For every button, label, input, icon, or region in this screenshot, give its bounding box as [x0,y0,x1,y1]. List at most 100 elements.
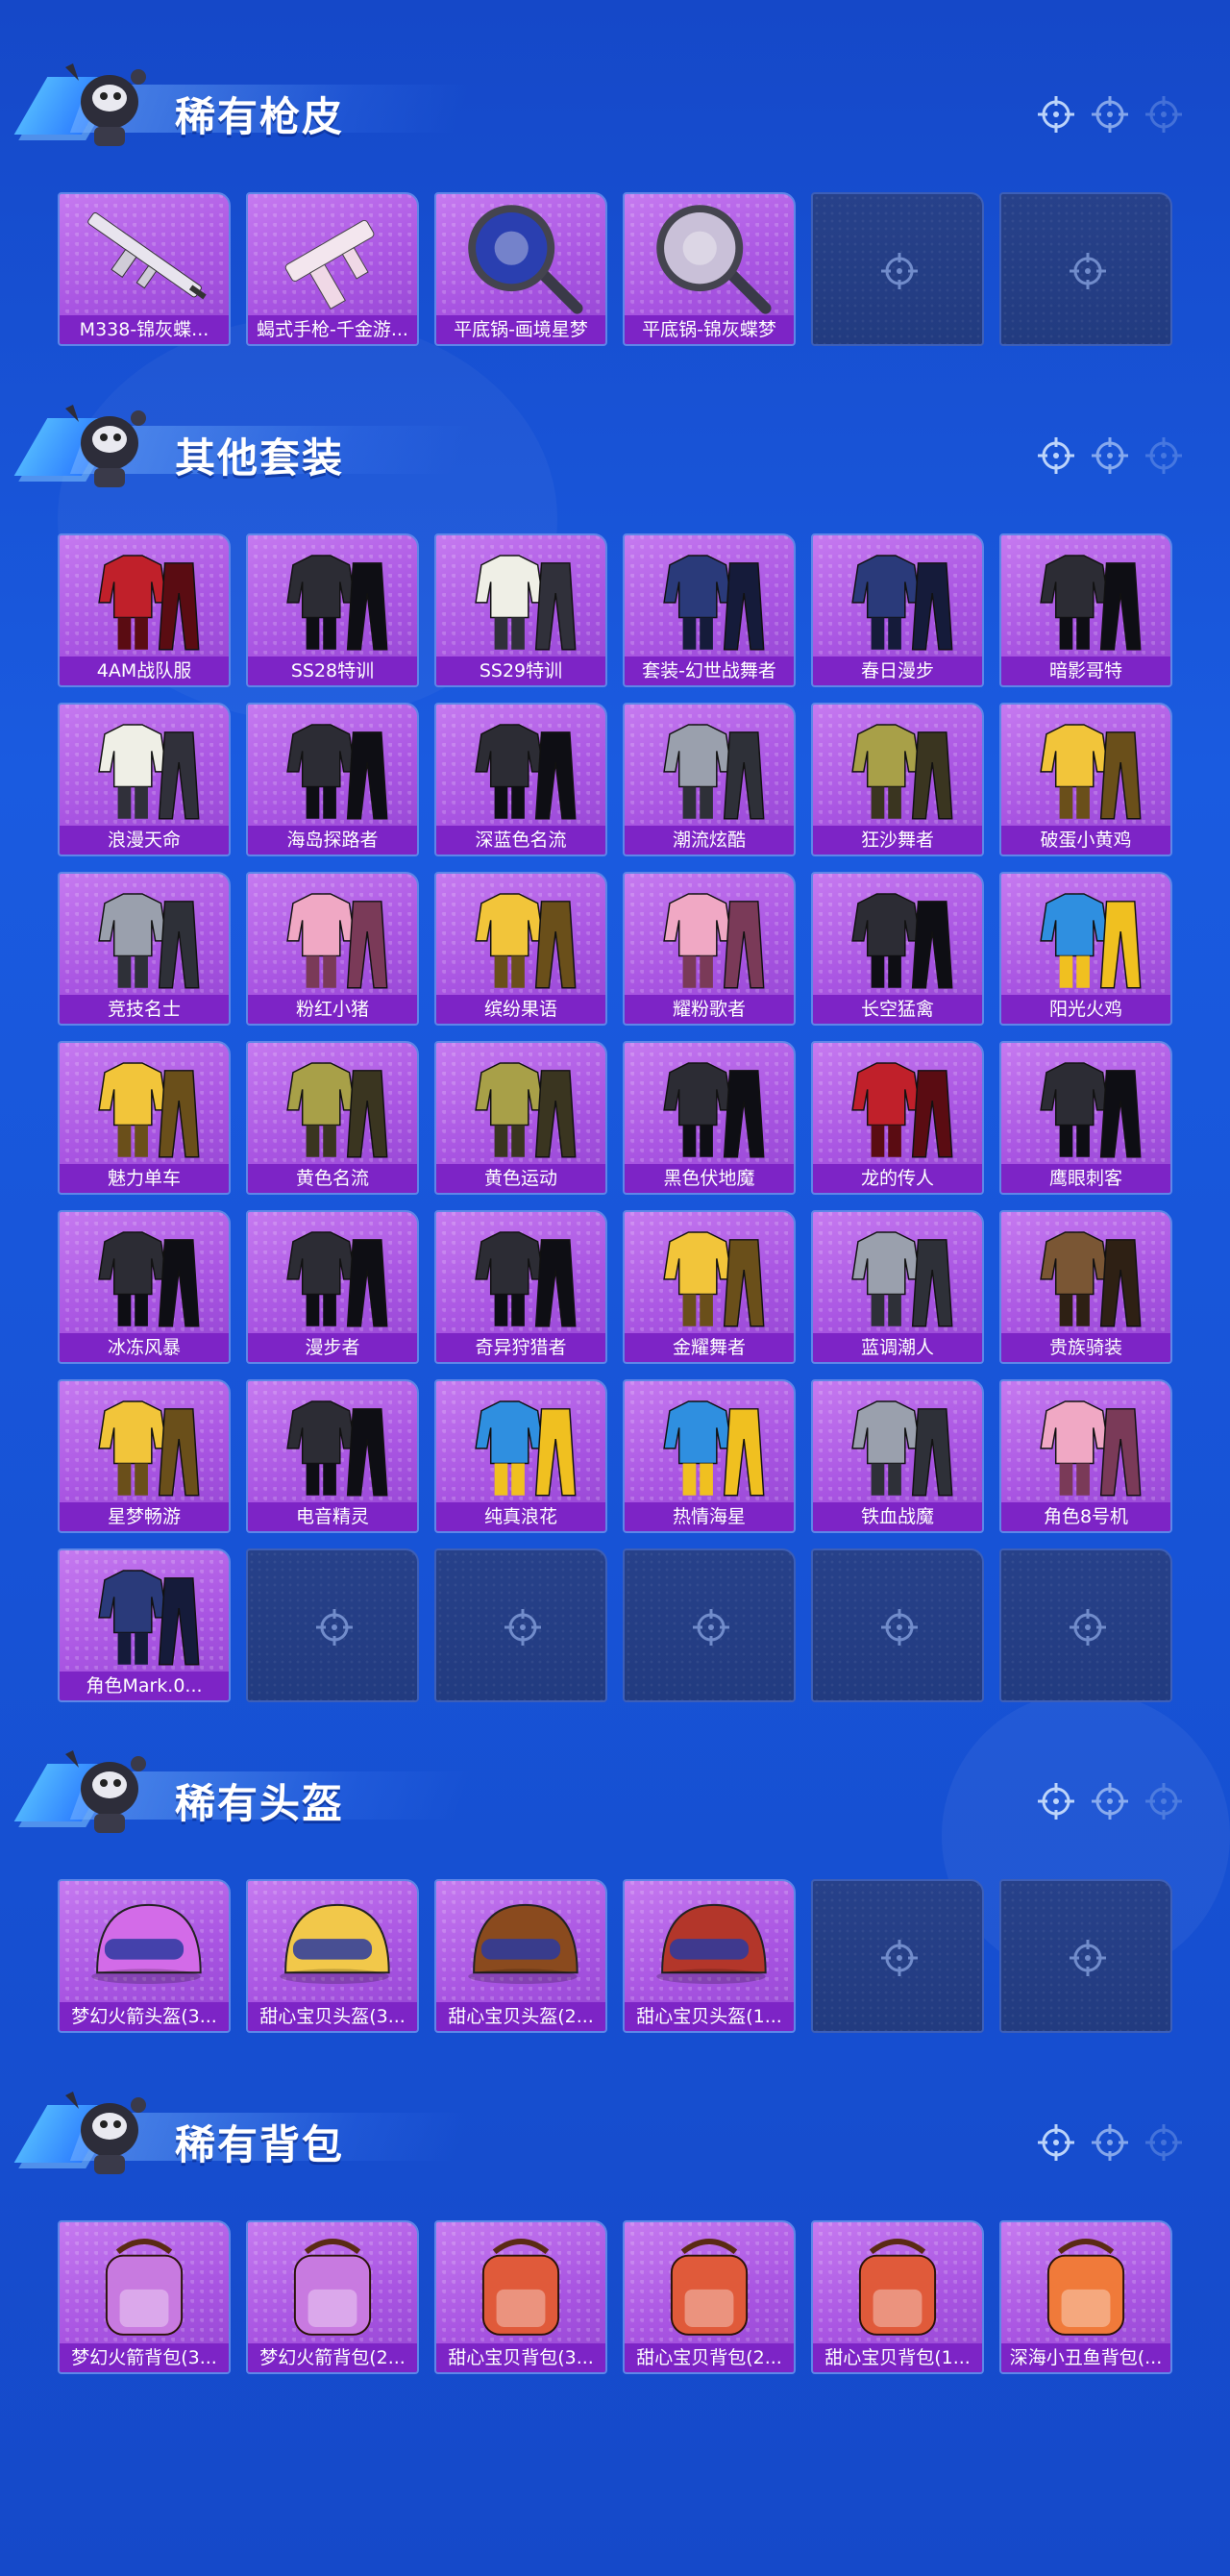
item-label: 深蓝色名流 [436,826,605,855]
item-card[interactable]: 深蓝色名流 [434,703,607,856]
item-card[interactable]: 龙的传人 [811,1041,984,1195]
item-card[interactable]: 奇异狩猎者 [434,1210,607,1364]
item-card[interactable]: 黄色名流 [246,1041,419,1195]
header-crosshairs [1036,1781,1184,1825]
item-card[interactable]: 耀粉歌者 [623,872,796,1026]
item-card[interactable]: 纯真浪花 [434,1379,607,1533]
item-label: 破蛋小黄鸡 [1001,826,1170,855]
item-card[interactable]: 铁血战魔 [811,1379,984,1533]
item-label: 金耀舞者 [625,1333,794,1362]
crosshair-icon [1144,2122,1184,2167]
item-card[interactable]: 平底锅-画境星梦 [434,192,607,346]
item-label: 甜心宝贝头盔(3... [248,2002,417,2031]
item-label: 缤纷果语 [436,995,605,1024]
crosshair-icon [1144,435,1184,480]
item-card[interactable]: 狂沙舞者 [811,703,984,856]
item-card[interactable]: SS28特训 [246,533,419,687]
item-label: 冰冻风暴 [60,1333,229,1362]
item-card[interactable]: 春日漫步 [811,533,984,687]
empty-slot [811,192,984,346]
section-header: 稀有头盔 [13,1745,1203,1841]
item-card[interactable]: 热情海星 [623,1379,796,1533]
item-card[interactable]: 冰冻风暴 [58,1210,231,1364]
item-card[interactable]: 浪漫天命 [58,703,231,856]
item-card[interactable]: 破蛋小黄鸡 [999,703,1172,856]
item-label: 粉红小猪 [248,995,417,1024]
item-card[interactable]: 漫步者 [246,1210,419,1364]
item-card[interactable]: 缤纷果语 [434,872,607,1026]
empty-slot [999,1548,1172,1702]
empty-slot [623,1548,796,1702]
item-label: 甜心宝贝背包(3... [436,2343,605,2372]
item-label: 奇异狩猎者 [436,1333,605,1362]
item-card[interactable]: 甜心宝贝头盔(3... [246,1879,419,2033]
item-card[interactable]: 阳光火鸡 [999,872,1172,1026]
section-header: 其他套装 [13,399,1203,495]
item-card[interactable]: 潮流炫酷 [623,703,796,856]
item-card[interactable]: 梦幻火箭头盔(3... [58,1879,231,2033]
item-card[interactable]: 蝎式手枪-千金游... [246,192,419,346]
item-label: 角色8号机 [1001,1502,1170,1531]
item-card[interactable]: 平底锅-锦灰蝶梦 [623,192,796,346]
item-card[interactable]: 深海小丑鱼背包(... [999,2220,1172,2374]
item-label: 4AM战队服 [60,656,229,685]
item-card[interactable]: 黄色运动 [434,1041,607,1195]
item-card[interactable]: 蓝调潮人 [811,1210,984,1364]
item-label: SS29特训 [436,656,605,685]
item-card[interactable]: 梦幻火箭背包(3... [58,2220,231,2374]
item-card[interactable]: 星梦畅游 [58,1379,231,1533]
crosshair-icon [1090,94,1130,138]
item-card[interactable]: 梦幻火箭背包(2... [246,2220,419,2374]
item-label: 深海小丑鱼背包(... [1001,2343,1170,2372]
item-card[interactable]: 竞技名士 [58,872,231,1026]
crosshair-icon [1144,1781,1184,1825]
item-card[interactable]: 4AM战队服 [58,533,231,687]
item-label: 狂沙舞者 [813,826,982,855]
crosshair-icon [1090,435,1130,480]
item-label: 甜心宝贝头盔(2... [436,2002,605,2031]
item-card[interactable]: 鹰眼刺客 [999,1041,1172,1195]
item-label: 铁血战魔 [813,1502,982,1531]
item-card[interactable]: 贵族骑装 [999,1210,1172,1364]
empty-slot [811,1548,984,1702]
item-card[interactable]: 角色8号机 [999,1379,1172,1533]
header-crosshairs [1036,435,1184,480]
item-label: 梦幻火箭背包(3... [60,2343,229,2372]
item-grid: 梦幻火箭背包(3... 梦幻火箭背包(2... 甜心宝贝背包(3... 甜心宝贝… [58,2220,1172,2374]
item-label: 鹰眼刺客 [1001,1164,1170,1193]
crosshair-icon [1090,1781,1130,1825]
item-card[interactable]: 暗影哥特 [999,533,1172,687]
item-label: M338-锦灰蝶... [60,315,229,344]
item-label: 竞技名士 [60,995,229,1024]
crosshair-icon [1036,435,1076,480]
item-card[interactable]: 海岛探路者 [246,703,419,856]
item-card[interactable]: 粉红小猪 [246,872,419,1026]
item-card[interactable]: 长空猛禽 [811,872,984,1026]
item-card[interactable]: 甜心宝贝背包(3... [434,2220,607,2374]
item-label: 黄色运动 [436,1164,605,1193]
item-card[interactable]: 角色Mark.0... [58,1548,231,1702]
item-card[interactable]: 魅力单车 [58,1041,231,1195]
item-label: 浪漫天命 [60,826,229,855]
item-label: 魅力单车 [60,1164,229,1193]
item-card[interactable]: 甜心宝贝头盔(2... [434,1879,607,2033]
item-label: 长空猛禽 [813,995,982,1024]
item-label: 耀粉歌者 [625,995,794,1024]
item-card[interactable]: SS29特训 [434,533,607,687]
item-label: 黑色伏地魔 [625,1164,794,1193]
crosshair-icon [1144,94,1184,138]
item-card[interactable]: 电音精灵 [246,1379,419,1533]
item-card[interactable]: 套装-幻世战舞者 [623,533,796,687]
item-card[interactable]: 甜心宝贝头盔(1... [623,1879,796,2033]
item-card[interactable]: 金耀舞者 [623,1210,796,1364]
empty-slot [246,1548,419,1702]
crosshair-icon [879,1938,920,1978]
item-card[interactable]: 甜心宝贝背包(2... [623,2220,796,2374]
crosshair-icon [503,1607,543,1647]
section-title: 稀有背包 [175,2121,345,2168]
item-card[interactable]: 黑色伏地魔 [623,1041,796,1195]
item-label: 龙的传人 [813,1164,982,1193]
item-card[interactable]: 甜心宝贝背包(1... [811,2220,984,2374]
item-card[interactable]: M338-锦灰蝶... [58,192,231,346]
crosshair-icon [1036,1781,1076,1825]
